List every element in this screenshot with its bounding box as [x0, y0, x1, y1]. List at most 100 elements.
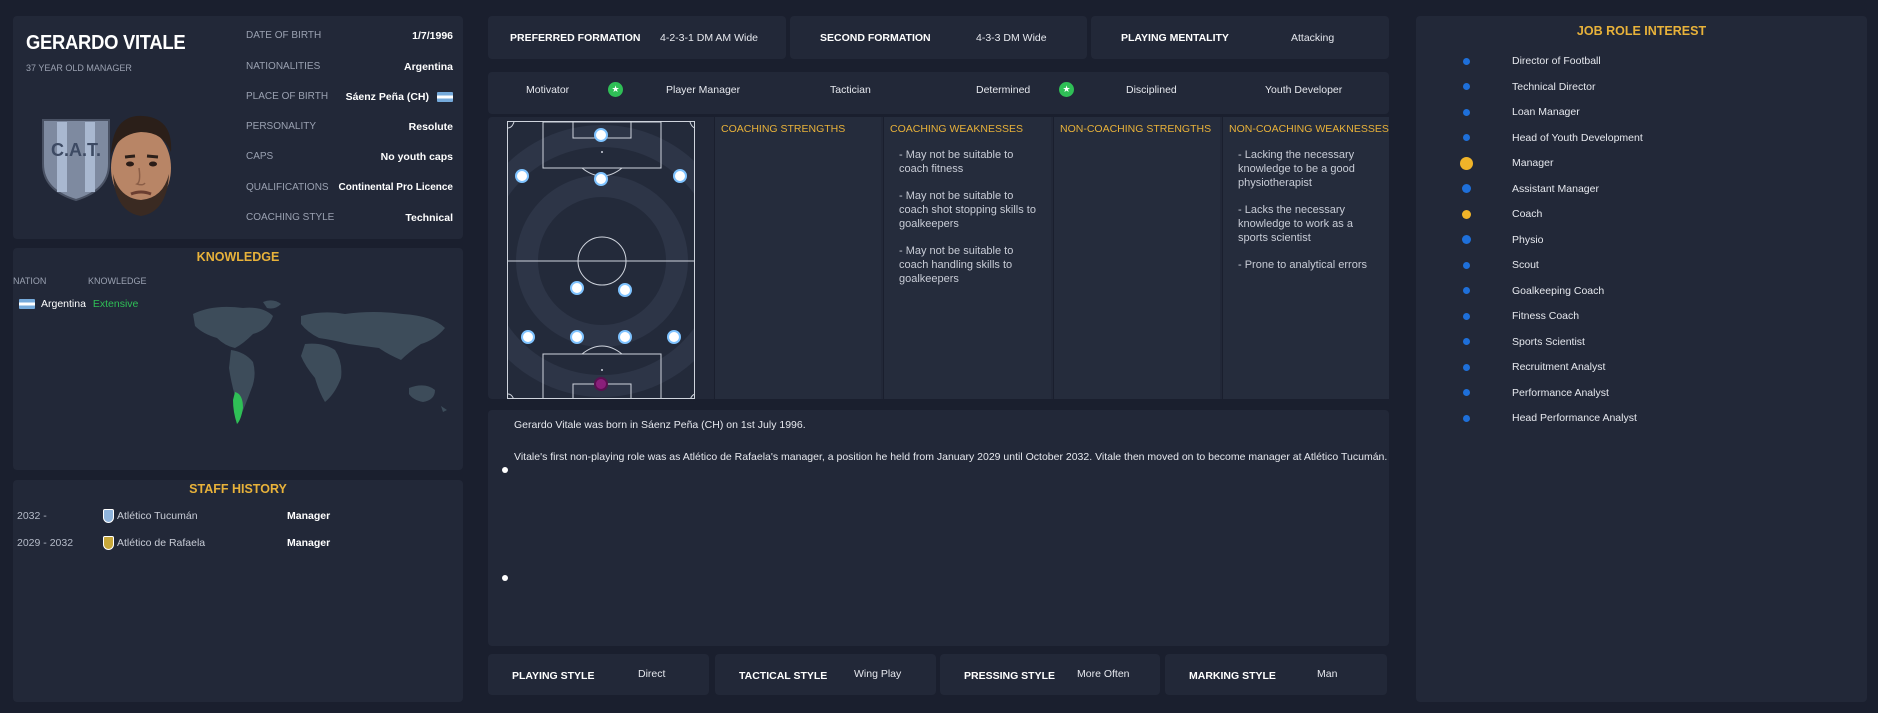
atletico-rafaela-badge-icon: [103, 536, 114, 550]
interest-dot-icon: [1462, 287, 1470, 294]
info-label: NATIONALITIES: [246, 61, 321, 72]
weakness-item: - May not be suitable to coach shot stop…: [899, 190, 1036, 230]
job-role-item[interactable]: Recruitment Analyst: [1512, 361, 1605, 373]
mentality-value: Attacking: [1291, 32, 1335, 44]
player-dots: [515, 128, 687, 391]
non-coaching-weaknesses-column: NON-COACHING WEAKNESSES - Lacking the ne…: [1222, 117, 1389, 399]
job-role-item[interactable]: Scout: [1512, 259, 1539, 271]
knowledge-column-header: KNOWLEDGE: [88, 276, 147, 286]
history-role: Manager: [287, 537, 331, 549]
info-label: CAPS: [246, 151, 274, 162]
formation-pitch[interactable]: [507, 121, 695, 399]
history-row[interactable]: 2032 - Atlético Tucumán Manager: [17, 509, 337, 528]
attribute-disciplined: Disciplined: [1126, 84, 1177, 96]
attribute-youth-developer: Youth Developer: [1265, 84, 1343, 96]
job-role-item[interactable]: Assistant Manager: [1512, 183, 1599, 195]
style-label: PLAYING STYLE: [512, 670, 595, 682]
job-role-item[interactable]: Performance Analyst: [1512, 387, 1609, 399]
job-role-item[interactable]: Coach: [1512, 208, 1542, 220]
coaching-weaknesses-title: COACHING WEAKNESSES: [890, 123, 1024, 135]
job-role-item[interactable]: Goalkeeping Coach: [1512, 285, 1604, 297]
interest-dot-icon: [1462, 363, 1470, 371]
job-role-item[interactable]: Head Performance Analyst: [1512, 412, 1637, 424]
tactical-style-box[interactable]: TACTICAL STYLE Wing Play: [715, 654, 936, 695]
star-icon: ★: [608, 82, 623, 97]
info-qualifications: QUALIFICATIONS Continental Pro Licence: [246, 182, 453, 198]
history-row[interactable]: 2029 - 2032 Atlético de Rafaela Manager: [17, 536, 337, 555]
style-value: More Often: [1077, 668, 1130, 680]
job-role-item[interactable]: Manager: [1512, 157, 1553, 169]
preferred-formation-box[interactable]: PREFERRED FORMATION 4-2-3-1 DM AM Wide: [488, 16, 786, 59]
interest-dot-icon: [1462, 389, 1470, 396]
info-personality: PERSONALITY Resolute: [246, 121, 453, 137]
atletico-tucuman-badge-icon: [103, 509, 114, 523]
style-value: Wing Play: [854, 668, 902, 680]
job-role-item[interactable]: Technical Director: [1512, 81, 1595, 93]
info-value[interactable]: Argentina: [404, 61, 453, 73]
job-role-item[interactable]: Fitness Coach: [1512, 310, 1579, 322]
style-value: Direct: [638, 668, 666, 680]
knowledge-nation: Argentina: [41, 298, 86, 310]
marking-style-box[interactable]: MARKING STYLE Man: [1165, 654, 1387, 695]
coaching-strengths-column: COACHING STRENGTHS: [714, 117, 881, 399]
job-role-item[interactable]: Sports Scientist: [1512, 336, 1585, 348]
formation-label: PREFERRED FORMATION: [510, 32, 641, 44]
timeline-dot-icon: [502, 575, 508, 581]
info-value: 1/7/1996: [412, 30, 453, 42]
knowledge-row[interactable]: Argentina Extensive: [19, 298, 138, 310]
formation-value: 4-2-3-1 DM AM Wide: [660, 32, 759, 44]
info-label: COACHING STYLE: [246, 212, 335, 223]
history-club[interactable]: Atlético Tucumán: [117, 510, 198, 522]
style-label: MARKING STYLE: [1189, 670, 1276, 682]
job-role-interest-panel: JOB ROLE INTEREST Director of Football Te…: [1416, 16, 1867, 702]
job-role-item[interactable]: Loan Manager: [1512, 106, 1580, 118]
manager-profile-panel: GERARDO VITALE 37 YEAR OLD MANAGER C.A.T…: [13, 16, 463, 239]
interest-dot-icon: [1462, 83, 1470, 90]
job-role-item[interactable]: Head of Youth Development: [1512, 132, 1643, 144]
nation-column-header: NATION: [13, 276, 47, 286]
knowledge-title: KNOWLEDGE: [196, 250, 280, 264]
bio-line: Gerardo Vitale was born in Sáenz Peña (C…: [514, 419, 806, 431]
interest-dot-icon: [1462, 134, 1470, 141]
manager-biography-panel: Gerardo Vitale was born in Sáenz Peña (C…: [488, 410, 1389, 646]
info-value: Technical: [405, 212, 453, 224]
interest-dot-icon: [1462, 414, 1470, 422]
argentina-flag-icon: [437, 92, 453, 103]
interest-dot-icon: [1462, 312, 1470, 320]
job-role-item[interactable]: Physio: [1512, 234, 1544, 246]
info-value-wrap: Sáenz Peña (CH): [346, 91, 453, 103]
knowledge-level: Extensive: [92, 298, 139, 310]
info-value[interactable]: Sáenz Peña (CH): [346, 91, 429, 103]
interest-dot-icon: [1461, 184, 1471, 193]
style-label: PRESSING STYLE: [964, 670, 1056, 682]
formation-label: SECOND FORMATION: [820, 32, 931, 44]
world-map: [193, 300, 447, 424]
tactics-strengths-panel: COACHING STRENGTHS COACHING WEAKNESSES -…: [488, 117, 1389, 399]
timeline-dot-icon: [502, 467, 508, 473]
attribute-determined: Determined: [976, 84, 1031, 96]
manager-attributes-bar: Motivator ★ Player Manager Tactician Det…: [488, 72, 1389, 114]
info-value: Continental Pro Licence: [338, 182, 453, 193]
formation-value: 4-3-3 DM Wide: [976, 32, 1047, 44]
non-coaching-strengths-title: NON-COACHING STRENGTHS: [1060, 123, 1212, 135]
attribute-motivator: Motivator: [526, 84, 570, 96]
info-label: PERSONALITY: [246, 121, 317, 132]
interest-dot-icon: [1461, 235, 1471, 244]
second-formation-box[interactable]: SECOND FORMATION 4-3-3 DM Wide: [790, 16, 1087, 59]
playing-style-box[interactable]: PLAYING STYLE Direct: [488, 654, 709, 695]
interest-dot-icon: [1461, 209, 1471, 219]
job-role-item[interactable]: Director of Football: [1512, 55, 1601, 67]
info-caps: CAPS No youth caps: [246, 151, 453, 167]
pressing-style-box[interactable]: PRESSING STYLE More Often: [940, 654, 1160, 695]
non-coaching-weaknesses-title: NON-COACHING WEAKNESSES: [1229, 123, 1389, 135]
playing-mentality-box[interactable]: PLAYING MENTALITY Attacking: [1091, 16, 1389, 59]
info-label: DATE OF BIRTH: [246, 30, 322, 41]
weakness-item: - Lacking the necessary knowledge to be …: [1238, 149, 1355, 189]
weakness-item: - Prone to analytical errors: [1238, 259, 1367, 271]
coaching-weaknesses-column: COACHING WEAKNESSES - May not be suitabl…: [883, 117, 1051, 399]
interest-dot-icon: [1462, 108, 1470, 116]
info-value: Resolute: [408, 121, 453, 133]
history-club[interactable]: Atlético de Rafaela: [117, 537, 205, 549]
style-label: TACTICAL STYLE: [739, 670, 828, 682]
info-place-of-birth: PLACE OF BIRTH Sáenz Peña (CH): [246, 91, 453, 107]
